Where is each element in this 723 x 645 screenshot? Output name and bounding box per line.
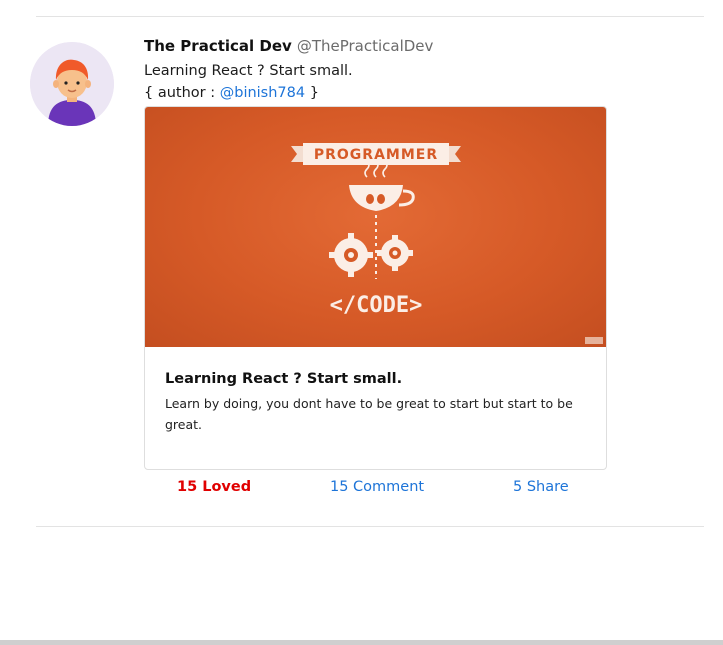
tweet-credit: { author : @binish784 } [144, 82, 614, 104]
tweet-body: The Practical Dev @ThePracticalDev Learni… [144, 36, 614, 104]
card-description: Learn by doing, you dont have to be grea… [165, 396, 573, 432]
tweet-header: The Practical Dev @ThePracticalDev [144, 36, 614, 56]
tweet-text: Learning React ? Start small. [144, 63, 353, 79]
link-preview-card[interactable]: PROGRAMMER </CODE> Learning React ? Star… [144, 106, 607, 470]
avatar-illustration [30, 42, 114, 126]
comment-button[interactable]: 15 Comment [330, 479, 424, 495]
gears-icon [329, 233, 413, 277]
credit-suffix: } [305, 85, 319, 101]
credit-prefix: { author : [144, 85, 220, 101]
page-bottom-edge [0, 640, 723, 645]
card-title[interactable]: Learning React ? Start small. [165, 371, 402, 387]
image-watermark [585, 337, 603, 344]
share-button[interactable]: 5 Share [513, 479, 569, 495]
coffee-cup-icon [349, 160, 415, 211]
card-image[interactable]: PROGRAMMER </CODE> [145, 107, 606, 347]
programmer-code-illustration: PROGRAMMER </CODE> [291, 143, 603, 344]
author-name[interactable]: The Practical Dev [144, 37, 292, 55]
tweet-page: The Practical Dev @ThePracticalDev Learni… [0, 0, 723, 645]
loved-button[interactable]: 15 Loved [177, 479, 251, 495]
top-divider [36, 16, 704, 17]
author-handle[interactable]: @ThePracticalDev [297, 37, 434, 55]
code-label: </CODE> [330, 293, 423, 318]
author-mention-link[interactable]: @binish784 [220, 85, 305, 101]
bottom-divider [36, 526, 704, 527]
avatar[interactable] [30, 42, 114, 126]
banner-label: PROGRAMMER [314, 147, 438, 163]
